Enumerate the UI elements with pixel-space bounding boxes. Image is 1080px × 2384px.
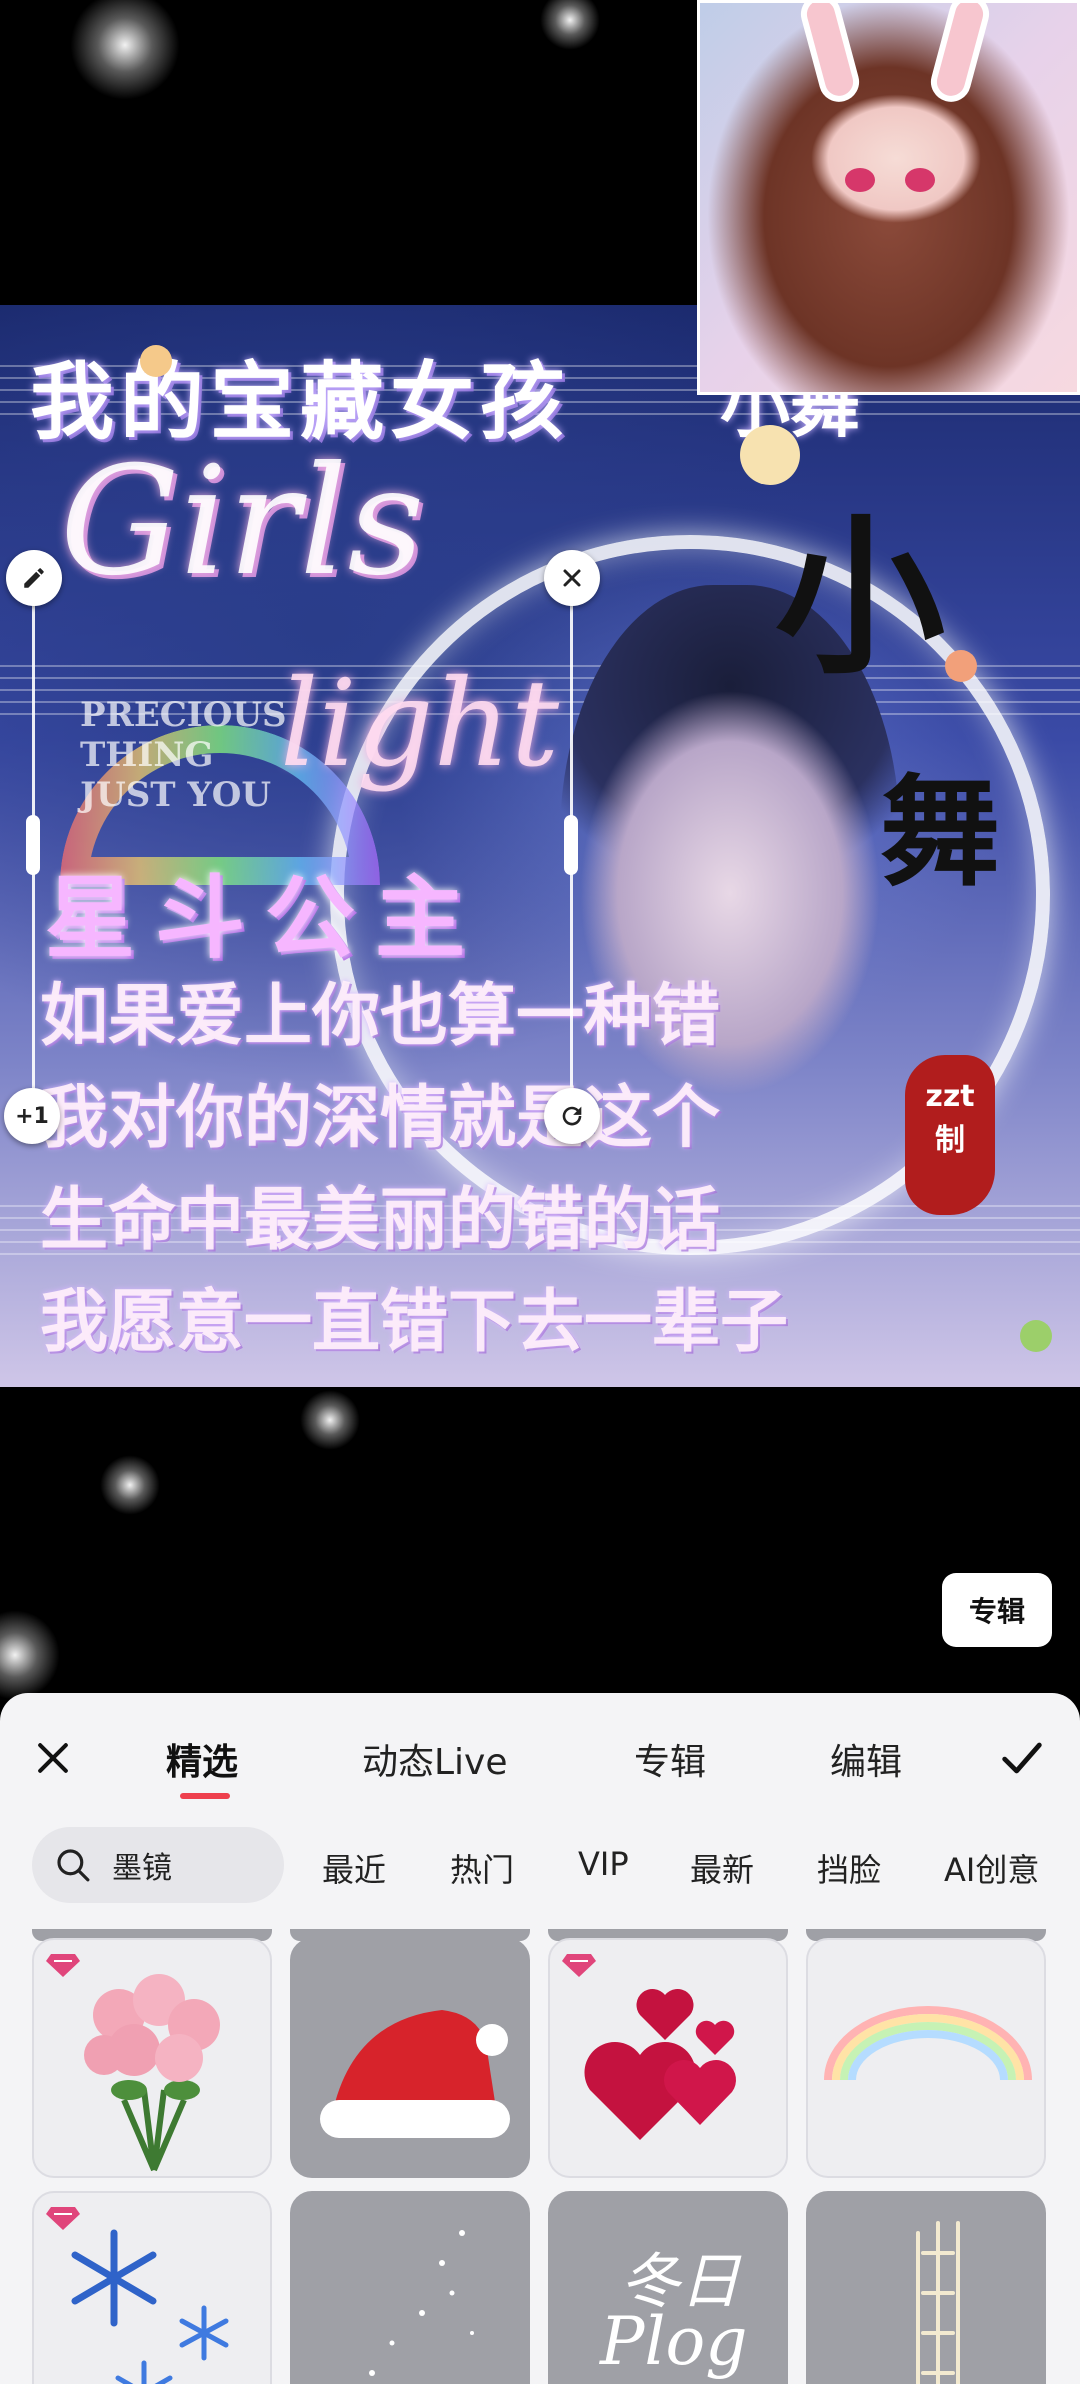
search-input[interactable]: 墨镜 [32, 1827, 284, 1903]
small-english-line: THING [80, 735, 214, 775]
collage-image[interactable]: 我的宝藏女孩 小舞 Girls light PRECIOUS THING JUS… [0, 305, 1080, 1387]
sticker-panel: 精选 动态Live 专辑 编辑 墨镜 最近 热门 VIP 最新 挡脸 AI创意 [0, 1693, 1080, 2384]
calligraphy-icon [916, 2221, 960, 2384]
tab-live[interactable]: 动态Live [362, 1733, 508, 1785]
sparkle-decoration [100, 1455, 160, 1515]
vip-diamond-icon [562, 1954, 596, 1977]
big-character: 小 [775, 498, 946, 698]
album-button[interactable]: 专辑 [942, 1573, 1052, 1647]
sparkle-decoration [0, 1610, 60, 1700]
stars-icon [369, 2230, 474, 2376]
editor-canvas: 我的宝藏女孩 小舞 Girls light PRECIOUS THING JUS… [0, 0, 1080, 1700]
sticker-hearts[interactable] [548, 1938, 788, 2178]
small-english-line: PRECIOUS [80, 695, 287, 735]
lyric-line: 如果爱上你也算一种错 [40, 976, 721, 1056]
filter-ai-creative[interactable]: AI创意 [944, 1845, 1039, 1891]
duplicate-label: +1 [15, 1103, 49, 1129]
vip-diamond-icon [46, 1954, 80, 1977]
small-english-text: PRECIOUS THING JUST YOU [80, 695, 287, 815]
second-character: 舞 [880, 762, 1000, 903]
sticker-star-constellation[interactable] [290, 2191, 530, 2384]
sticker-calligraphy[interactable] [806, 2191, 1046, 2384]
decor-dot [945, 650, 977, 682]
santa-hat-icon [320, 2010, 510, 2138]
pencil-icon [24, 568, 44, 588]
decor-dot [140, 345, 172, 377]
filter-vip[interactable]: VIP [578, 1845, 629, 1883]
close-icon [563, 569, 581, 587]
tab-album[interactable]: 专辑 [634, 1733, 706, 1785]
plog-text: Plog [600, 2303, 748, 2380]
rainbow-icon [824, 2006, 1032, 2081]
lyric-line: 我愿意一直错下去一辈子 [40, 1282, 789, 1362]
filter-hot[interactable]: 热门 [450, 1845, 514, 1891]
lyric-line: 我对你的深情就是这个 [40, 1078, 721, 1158]
tab-featured[interactable]: 精选 [166, 1733, 238, 1785]
resize-handle-right[interactable] [564, 815, 578, 875]
vip-diamond-icon [46, 2207, 80, 2230]
script-text-main: Girls [60, 435, 425, 609]
lyric-line: 生命中最美丽的错的话 [40, 1180, 721, 1260]
sticker-snowflakes[interactable] [32, 2191, 272, 2384]
tab-edit[interactable]: 编辑 [830, 1733, 902, 1785]
filter-newest[interactable]: 最新 [690, 1845, 754, 1891]
checkmark-icon [1002, 1742, 1042, 1774]
small-english-line: JUST YOU [80, 775, 271, 815]
close-panel-button[interactable] [28, 1733, 78, 1783]
script-text-second: light [280, 655, 560, 794]
sticker-winter-plog[interactable]: 冬日 Plog [548, 2191, 788, 2384]
search-value: 墨镜 [112, 1851, 172, 1886]
rotate-sticker-button[interactable] [544, 1088, 600, 1144]
character-thumbnail[interactable] [697, 0, 1080, 395]
decor-dot [740, 425, 800, 485]
album-button-label: 专辑 [968, 1595, 1025, 1628]
sticker-roses[interactable] [32, 1938, 272, 2178]
duplicate-sticker-button[interactable]: +1 [4, 1088, 60, 1144]
active-tab-indicator [180, 1793, 230, 1799]
decor-dot [1020, 1320, 1052, 1352]
panel-tabs: 精选 动态Live 专辑 编辑 [0, 1693, 1080, 1823]
rotate-icon [562, 1106, 582, 1126]
sparkle-decoration [540, 0, 600, 50]
close-icon [38, 1743, 68, 1773]
sparkle-decoration [300, 1390, 360, 1450]
collage-subtitle: 星斗公主 [45, 865, 485, 971]
edit-sticker-button[interactable] [6, 550, 62, 606]
resize-handle-left[interactable] [26, 815, 40, 875]
filter-face-cover[interactable]: 挡脸 [817, 1845, 881, 1891]
sticker-rainbow[interactable] [806, 1938, 1046, 2178]
confirm-button[interactable] [995, 1731, 1049, 1785]
sticker-santa-hat[interactable] [290, 1938, 530, 2178]
delete-sticker-button[interactable] [544, 550, 600, 606]
lyrics-text: 如果爱上你也算一种错 我对你的深情就是这个 生命中最美丽的错的话 我愿意一直错下… [40, 965, 1040, 1373]
filter-recent[interactable]: 最近 [322, 1845, 386, 1891]
sparkle-decoration [70, 0, 180, 100]
search-icon [57, 1849, 90, 1882]
